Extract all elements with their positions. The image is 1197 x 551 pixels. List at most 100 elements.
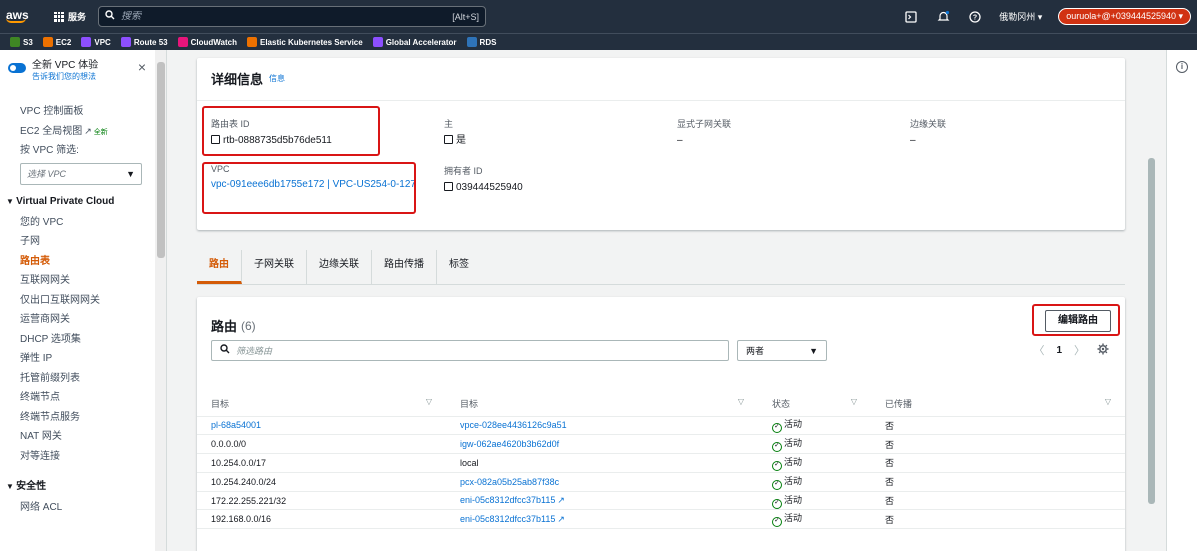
scrollbar-thumb[interactable] (157, 62, 165, 258)
sidebar-item-11[interactable]: NAT 网关 (0, 427, 155, 447)
aws-logo[interactable]: aws (0, 9, 40, 23)
close-icon[interactable]: × (138, 60, 146, 74)
sidebar-item-2[interactable]: 路由表 (0, 252, 155, 272)
favorite-label: Elastic Kubernetes Service (259, 37, 363, 47)
next-page-icon[interactable]: 〉 (1074, 342, 1085, 358)
destination-link[interactable]: pl-68a54001 (211, 420, 261, 430)
favorite-vpc[interactable]: VPC (81, 37, 111, 47)
vpc-filter-select[interactable]: 选择 VPC ▼ (20, 162, 142, 185)
sidebar-item-6[interactable]: DHCP 选项集 (0, 330, 155, 350)
propagated-value: 否 (885, 496, 895, 507)
new-vpc-experience-toggle[interactable] (8, 63, 26, 73)
favorite-elastic-kubernetes-service[interactable]: Elastic Kubernetes Service (246, 37, 363, 47)
copy-icon[interactable] (444, 182, 453, 191)
sort-icon[interactable]: ▽ (426, 397, 432, 406)
column-header-target[interactable]: 目标 ▽ (446, 391, 758, 417)
cell-propagated: 否 (871, 509, 1125, 530)
info-icon[interactable]: i (1176, 61, 1188, 73)
cloudshell-icon[interactable] (903, 9, 919, 25)
sort-icon[interactable]: ▽ (851, 397, 857, 406)
help-icon[interactable]: ? (967, 9, 983, 25)
sidebar-item-0[interactable]: 您的 VPC (0, 213, 155, 233)
status-value: 活动 (784, 456, 803, 467)
target-link[interactable]: pcx-082a05b25ab87f38c (460, 477, 559, 487)
info-link[interactable]: 信息 (269, 73, 285, 84)
main-scrollbar[interactable] (1146, 50, 1156, 551)
cell-target: vpce-028ee4436126c9a51 (446, 416, 758, 436)
caret-down-icon: ▼ (126, 168, 135, 179)
sidebar-item-vpc-dashboard[interactable]: VPC 控制面板 (0, 102, 155, 122)
search-input[interactable] (121, 11, 453, 22)
target-link[interactable]: vpce-028ee4436126c9a51 (460, 420, 567, 430)
sidebar-item-8[interactable]: 托管前缀列表 (0, 369, 155, 389)
sidebar-item-4[interactable]: 仅出口互联网网关 (0, 291, 155, 311)
current-page[interactable]: 1 (1056, 345, 1062, 356)
sidebar-item-network-acl[interactable]: 网络 ACL (0, 498, 155, 518)
cell-status: ✓ 活动 (758, 453, 871, 473)
table-row: 10.254.0.0/17 local ✓ 活动 否 (197, 453, 1125, 473)
scrollbar-thumb[interactable] (1148, 158, 1155, 504)
favorite-rds[interactable]: RDS (466, 37, 496, 47)
propagated-value: 否 (885, 439, 895, 450)
account-menu[interactable]: ouruola+@+039444525940 ▾ (1058, 8, 1191, 25)
highlight-box-vpc (202, 162, 416, 214)
sidebar-item-9[interactable]: 终端节点 (0, 388, 155, 408)
global-search[interactable]: [Alt+S] (98, 6, 487, 27)
sidebar-scrollbar[interactable] (155, 50, 166, 551)
tab-3[interactable]: 路由传播 (372, 250, 437, 284)
section-security[interactable]: ▼ 安全性 (0, 476, 155, 498)
check-circle-icon: ✓ (772, 517, 782, 528)
tab-2[interactable]: 边缘关联 (307, 250, 372, 284)
previous-page-icon[interactable]: 〈 (1033, 342, 1044, 358)
sidebar-item-12[interactable]: 对等连接 (0, 447, 155, 467)
favorite-label: EC2 (55, 37, 72, 47)
favorite-global-accelerator[interactable]: Global Accelerator (372, 37, 457, 47)
sort-icon[interactable]: ▽ (1105, 397, 1111, 406)
service-icon (81, 37, 92, 47)
favorite-s3[interactable]: S3 (10, 37, 33, 47)
routes-filter[interactable] (211, 340, 729, 361)
sidebar-item-10[interactable]: 终端节点服务 (0, 408, 155, 428)
region-selector[interactable]: 俄勒冈州 ▾ (999, 10, 1042, 23)
sort-icon[interactable]: ▽ (738, 397, 744, 406)
favorite-cloudwatch[interactable]: CloudWatch (177, 37, 237, 47)
feedback-link[interactable]: 告诉我们您的想法 (32, 72, 96, 81)
details-title: 详细信息 (211, 72, 264, 87)
routes-title: 路由 (211, 319, 238, 334)
section-virtual-private-cloud[interactable]: ▼ Virtual Private Cloud (0, 191, 155, 213)
sidebar-item-ec2-global-view[interactable]: EC2 全局视图 ↗ 全新 (0, 122, 155, 142)
explicit-subnet-label: 显式子网关联 (677, 119, 732, 129)
services-menu-button[interactable]: 服务 (54, 10, 86, 23)
notifications-bell-icon[interactable] (935, 9, 951, 25)
main-value: 是 (456, 135, 466, 146)
sidebar-item-3[interactable]: 互联网网关 (0, 271, 155, 291)
cell-status: ✓ 活动 (758, 472, 871, 492)
favorites-bar: S3 EC2 VPC Route 53 CloudWatch Elastic Kubern… (0, 33, 1197, 50)
sidebar-item-1[interactable]: 子网 (0, 232, 155, 252)
gear-icon[interactable] (1097, 343, 1109, 358)
copy-icon[interactable] (444, 135, 453, 144)
cell-status: ✓ 活动 (758, 509, 871, 530)
favorite-label: CloudWatch (190, 37, 237, 47)
routes-filter-input[interactable] (236, 345, 720, 356)
column-header-propagated[interactable]: 已传播 ▽ (871, 391, 1125, 417)
external-link-icon[interactable]: ↗ (557, 495, 565, 505)
favorite-ec2[interactable]: EC2 (42, 37, 72, 47)
owner-id-field: 拥有者 ID 039444525940 (444, 164, 523, 194)
target-link[interactable]: eni-05c8312dfcc37b115 (460, 514, 555, 524)
sidebar-item-7[interactable]: 弹性 IP (0, 349, 155, 369)
tab-0[interactable]: 路由 (197, 250, 242, 284)
favorite-route-53[interactable]: Route 53 (120, 37, 168, 47)
target-link[interactable]: igw-062ae4620b3b62d0f (460, 439, 559, 449)
route-type-select[interactable]: 两者 ▼ (737, 340, 827, 361)
tab-1[interactable]: 子网关联 (242, 250, 307, 284)
column-header-status[interactable]: 状态 ▽ (758, 391, 871, 417)
edge-association-value: – (910, 135, 916, 146)
service-icon (42, 37, 53, 47)
destination-value: 192.168.0.0/16 (211, 514, 272, 525)
external-link-icon[interactable]: ↗ (557, 514, 565, 524)
column-header-destination[interactable]: 目标 ▽ (197, 391, 446, 417)
tab-4[interactable]: 标签 (437, 250, 481, 284)
target-link[interactable]: eni-05c8312dfcc37b115 (460, 495, 555, 505)
sidebar-item-5[interactable]: 运营商网关 (0, 310, 155, 330)
